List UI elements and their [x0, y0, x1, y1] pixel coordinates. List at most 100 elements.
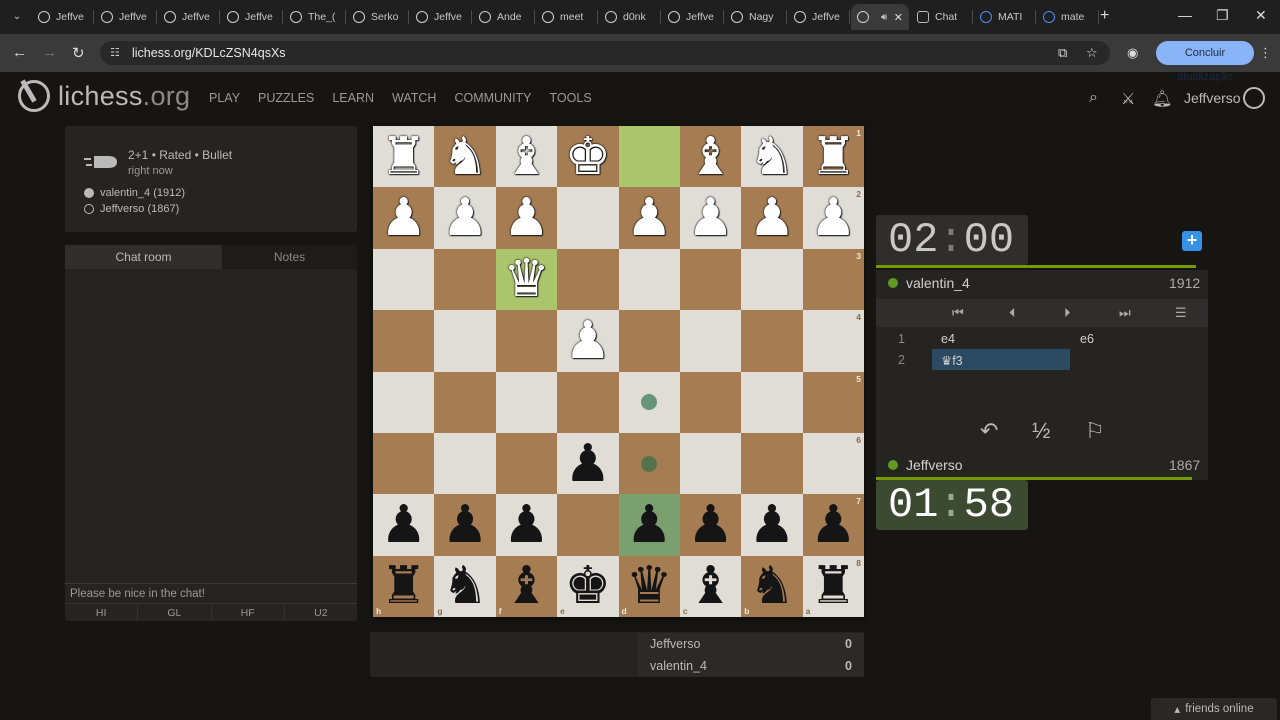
square-d2[interactable]: ♟: [618, 187, 680, 249]
friends-online-button[interactable]: ▴ friends online: [1151, 698, 1277, 720]
opponent-username[interactable]: valentin_4: [906, 275, 970, 291]
square-d5[interactable]: [618, 371, 680, 433]
add-time-button[interactable]: +: [1182, 231, 1202, 251]
square-f4[interactable]: [495, 310, 558, 372]
friends-label[interactable]: friends online: [1185, 703, 1253, 715]
square-b2[interactable]: ♟: [741, 187, 803, 249]
square-h3[interactable]: [373, 248, 435, 311]
white-knight-icon[interactable]: ♞: [434, 126, 495, 187]
square-b3[interactable]: [741, 248, 803, 311]
square-f5[interactable]: [495, 371, 558, 433]
square-a3[interactable]: 3: [802, 248, 864, 311]
browser-tab[interactable]: meet: [536, 4, 598, 30]
site-logo[interactable]: lichess.org: [18, 80, 190, 112]
browser-tab[interactable]: Chat: [911, 4, 973, 30]
black-pawn-icon[interactable]: ♟: [557, 433, 618, 494]
username[interactable]: Jeffverso: [1184, 90, 1241, 106]
square-f8[interactable]: ♝ f: [495, 555, 558, 617]
square-g6[interactable]: [434, 432, 496, 495]
square-f2[interactable]: ♟: [495, 187, 558, 249]
takeback-icon[interactable]: ↶: [980, 418, 998, 444]
black-player-name[interactable]: Jeffverso (1867): [100, 203, 179, 215]
white-pawn-icon[interactable]: ♟: [741, 187, 802, 248]
square-g1[interactable]: ♞: [434, 126, 496, 188]
white-pawn-icon[interactable]: ♟: [557, 310, 618, 371]
menu-icon[interactable]: ☰: [1175, 305, 1187, 321]
challenges-icon[interactable]: ⚔: [1121, 89, 1135, 109]
back-icon[interactable]: ←: [12, 44, 27, 61]
square-a6[interactable]: 6: [802, 432, 864, 495]
white-rook-icon[interactable]: ♜: [373, 126, 434, 187]
square-h5[interactable]: [373, 371, 435, 433]
site-info-icon[interactable]: ☷: [110, 46, 120, 59]
square-e3[interactable]: [557, 248, 619, 311]
square-e8[interactable]: ♚ e: [557, 555, 619, 617]
install-app-icon[interactable]: ⧉: [1058, 45, 1067, 61]
square-c4[interactable]: [679, 310, 742, 372]
first-move-icon[interactable]: ⏮: [952, 305, 964, 321]
square-h2[interactable]: ♟: [373, 187, 435, 249]
square-e7[interactable]: [557, 494, 619, 556]
square-e1[interactable]: ♚: [557, 126, 619, 188]
white-pawn-icon[interactable]: ♟: [680, 187, 741, 248]
square-d6[interactable]: [618, 432, 680, 495]
white-knight-icon[interactable]: ♞: [741, 126, 802, 187]
black-rook-icon[interactable]: ♜: [803, 556, 864, 617]
chat-input[interactable]: Please be nice in the chat!: [65, 583, 357, 603]
url-text[interactable]: lichess.org/KDLcZSN4qsXs: [132, 46, 286, 60]
square-b6[interactable]: [741, 432, 803, 495]
square-a8[interactable]: ♜ 8 a: [802, 555, 864, 617]
audio-playing-icon[interactable]: 🔊︎: [881, 12, 887, 23]
browser-tab[interactable]: Jeffve: [158, 4, 220, 30]
browser-tab[interactable]: Jeffve: [221, 4, 283, 30]
square-d8[interactable]: ♛ d: [618, 555, 680, 617]
black-pawn-icon[interactable]: ♟: [741, 494, 802, 555]
square-a4[interactable]: 4: [802, 310, 864, 372]
move-black[interactable]: e6: [1080, 332, 1094, 346]
square-f7[interactable]: ♟: [495, 494, 558, 556]
square-c3[interactable]: [679, 248, 742, 311]
square-c8[interactable]: ♝ c: [679, 555, 742, 617]
white-rook-icon[interactable]: ♜: [803, 126, 864, 187]
opponent-name[interactable]: valentin_4: [888, 275, 970, 291]
search-icon[interactable]: ⌕: [1089, 89, 1098, 107]
black-queen-icon[interactable]: ♛: [619, 556, 680, 617]
square-h8[interactable]: ♜ h: [373, 555, 435, 617]
window-close-icon[interactable]: ✕: [1255, 7, 1267, 24]
bookmark-star-icon[interactable]: ☆: [1086, 45, 1098, 61]
square-f3[interactable]: ♛: [495, 248, 558, 311]
square-d1[interactable]: [618, 126, 680, 188]
nav-puzzles[interactable]: PUZZLES: [258, 91, 314, 105]
square-e2[interactable]: [557, 187, 619, 249]
browser-tab[interactable]: Jeffve: [32, 4, 94, 30]
update-button[interactable]: Concluir atualização: [1156, 41, 1254, 83]
new-tab-icon[interactable]: +: [1100, 7, 1109, 25]
square-a2[interactable]: ♟ 2: [802, 187, 864, 249]
black-bishop-icon[interactable]: ♝: [680, 556, 741, 617]
black-pawn-icon[interactable]: ♟: [680, 494, 741, 555]
offer-draw-button[interactable]: ½: [1032, 418, 1050, 444]
browser-tab[interactable]: mate: [1037, 4, 1099, 30]
square-c5[interactable]: [679, 371, 742, 433]
browser-tab[interactable]: MATI: [974, 4, 1036, 30]
white-pawn-icon[interactable]: ♟: [496, 187, 557, 248]
preset-hf[interactable]: HF: [211, 603, 285, 621]
black-pawn-icon[interactable]: ♟: [803, 494, 864, 555]
tab-chat-room[interactable]: Chat room: [65, 245, 222, 269]
last-move-icon[interactable]: ⏭: [1119, 305, 1131, 321]
browser-tab[interactable]: 🔊︎ ✕: [851, 4, 909, 30]
square-g2[interactable]: ♟: [434, 187, 496, 249]
nav-learn[interactable]: LEARN: [332, 91, 374, 105]
square-e6[interactable]: ♟: [557, 432, 619, 495]
tab-search-icon[interactable]: ⌄: [8, 8, 26, 26]
square-g4[interactable]: [434, 310, 496, 372]
profile-icon[interactable]: ◉: [1127, 45, 1138, 61]
browser-tab[interactable]: Jeffve: [410, 4, 472, 30]
black-pawn-icon[interactable]: ♟: [373, 494, 434, 555]
browser-menu-icon[interactable]: ⋮: [1259, 45, 1272, 61]
player-username[interactable]: Jeffverso: [906, 457, 963, 473]
square-g7[interactable]: ♟: [434, 494, 496, 556]
square-a1[interactable]: ♜ 1: [802, 126, 864, 188]
white-player[interactable]: valentin_4 (1912): [84, 187, 185, 199]
square-c6[interactable]: [679, 432, 742, 495]
